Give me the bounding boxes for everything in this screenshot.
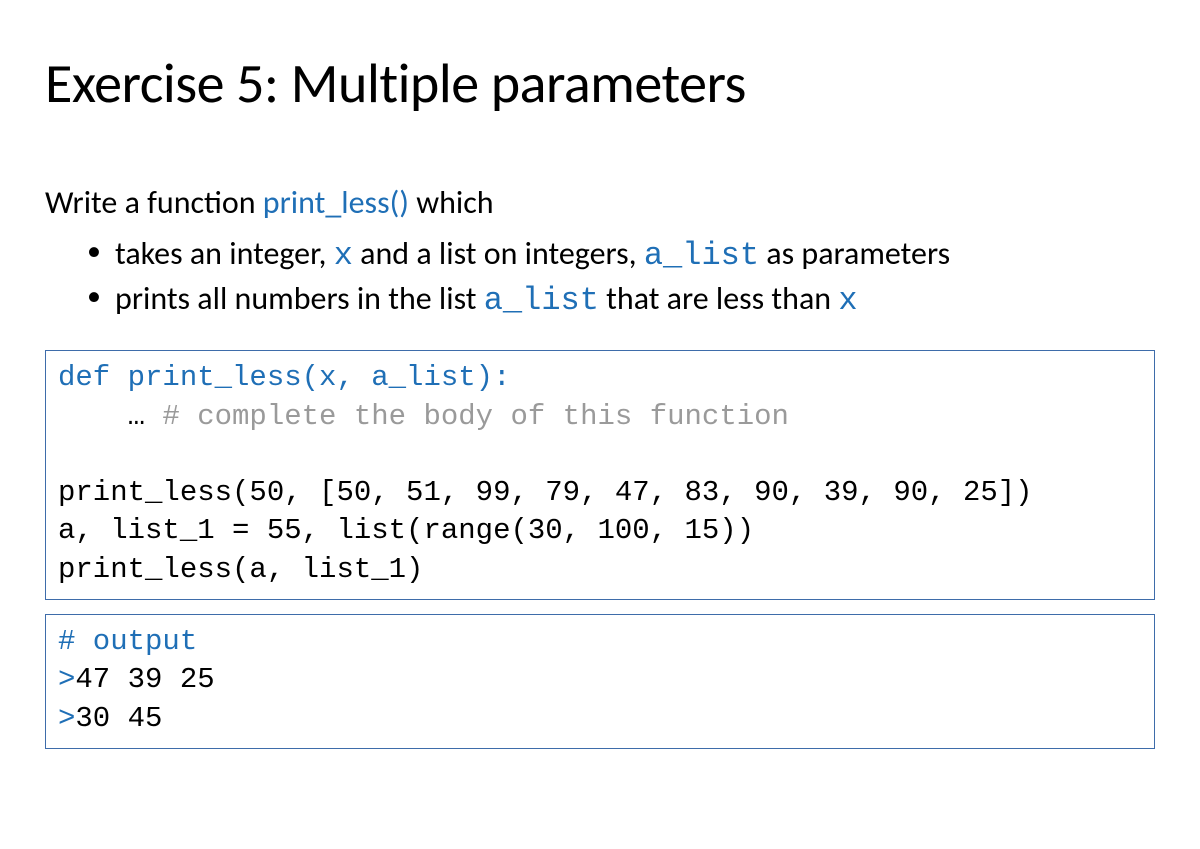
code1-line3: print_less(50, [50, 51, 99, 79, 47, 83, … xyxy=(58,476,1033,509)
bullet1-code1: x xyxy=(334,237,353,274)
code1-line1: def print_less(x, a_list): xyxy=(58,361,510,394)
intro-fn-name: print_less() xyxy=(263,183,409,222)
bullet2-t2: that are less than xyxy=(599,279,838,318)
bullet-list: takes an integer, x and a list on intege… xyxy=(45,232,1155,322)
bullet2-t1: prints all numbers in the list xyxy=(115,279,484,318)
code1-line5: print_less(a, list_1) xyxy=(58,553,423,586)
code2-line3b: 30 45 xyxy=(75,702,162,735)
bullet2-code1: a_list xyxy=(484,282,599,319)
intro-text: Write a function print_less() which xyxy=(45,183,1155,222)
intro-post: which xyxy=(409,183,494,222)
bullet-item-2: prints all numbers in the list a_list th… xyxy=(115,277,1155,322)
intro-pre: Write a function xyxy=(45,183,263,222)
code-box-output: # output >47 39 25 >30 45 xyxy=(45,614,1155,749)
bullet1-t1: takes an integer, xyxy=(115,234,334,273)
bullet-item-1: takes an integer, x and a list on intege… xyxy=(115,232,1155,277)
bullet1-t2: and a list on integers, xyxy=(353,234,644,273)
code1-line2b: # complete the body of this function xyxy=(162,400,789,433)
code2-line3a: > xyxy=(58,702,75,735)
bullet2-code2: x xyxy=(838,282,857,319)
code1-line4: a, list_1 = 55, list(range(30, 100, 15)) xyxy=(58,514,754,547)
code2-line1: # output xyxy=(58,625,197,658)
bullet1-t3: as parameters xyxy=(759,234,950,273)
code2-line2a: > xyxy=(58,663,75,696)
page-title: Exercise 5: Multiple parameters xyxy=(45,50,1155,118)
code-box-definition: def print_less(x, a_list): … # complete … xyxy=(45,350,1155,600)
code2-line2b: 47 39 25 xyxy=(75,663,214,696)
code1-line2a: … xyxy=(58,400,162,433)
bullet1-code2: a_list xyxy=(644,237,759,274)
